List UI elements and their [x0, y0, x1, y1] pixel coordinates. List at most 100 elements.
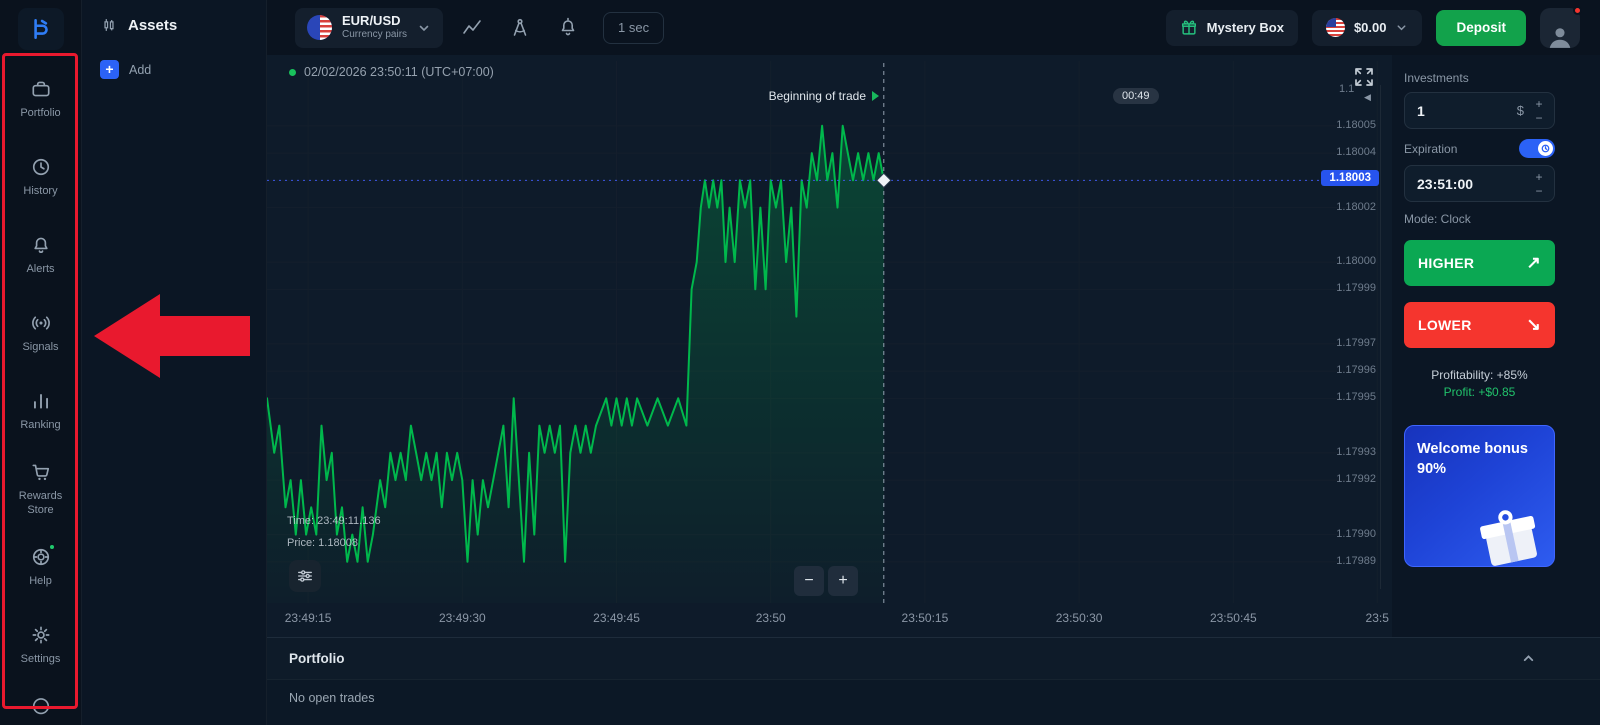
chart-area[interactable]: 02/02/2026 23:50:11 (UTC+07:00) Beginnin…	[267, 55, 1392, 637]
cart-icon	[30, 461, 52, 483]
sidebar-item-alerts[interactable]: Alerts	[0, 216, 81, 294]
arrow-down-right-icon: ↘	[1526, 315, 1541, 335]
us-flag-icon	[1326, 18, 1345, 37]
assets-header: Assets	[100, 16, 248, 34]
sidebar-item-label: History	[23, 185, 57, 199]
sidebar-item-rewards-store[interactable]: Rewards Store	[0, 450, 81, 528]
portfolio-panel-header[interactable]: Portfolio	[267, 638, 1600, 680]
assets-title: Assets	[128, 17, 177, 34]
chart-settings-button[interactable]	[289, 560, 321, 592]
trade-panel: Investments $ + − Expiration	[1392, 55, 1600, 637]
play-triangle-icon	[872, 91, 879, 101]
investment-stepper: + −	[1532, 97, 1546, 125]
higher-button[interactable]: HIGHER ↗	[1404, 240, 1555, 286]
fullscreen-icon	[1353, 66, 1375, 88]
price-chart[interactable]	[267, 55, 1392, 637]
online-status-dot	[48, 543, 56, 551]
sidebar-item-ranking[interactable]: Ranking	[0, 372, 81, 450]
crosshair-time-label: Time: 23:49:11.136	[287, 515, 381, 527]
add-asset-button[interactable]: + Add	[100, 60, 248, 79]
assets-icon	[100, 16, 118, 34]
bar-chart-icon	[30, 390, 52, 412]
sidebar-item-label: Portfolio	[20, 107, 60, 121]
lifebuoy-icon	[30, 546, 52, 568]
zoom-out-button[interactable]: −	[794, 566, 824, 596]
zoom-in-button[interactable]: +	[828, 566, 858, 596]
mystery-box-button[interactable]: Mystery Box	[1166, 10, 1298, 46]
sidebar-item-portfolio[interactable]: Portfolio	[0, 60, 81, 138]
investments-label: Investments	[1404, 71, 1555, 85]
expiration-row: Expiration	[1404, 139, 1555, 158]
sidebar-item-label: Signals	[22, 341, 58, 355]
app-root: Portfolio History Alerts Signals Ranking	[0, 0, 1600, 725]
sidebar-item-label: Alerts	[26, 263, 54, 277]
notification-dot	[1573, 6, 1582, 15]
drawing-tools-button[interactable]	[501, 9, 539, 47]
avatar[interactable]	[1540, 8, 1580, 48]
scroll-left-marker[interactable]: ◀	[1364, 92, 1371, 103]
sidebar-item-label: Help	[29, 575, 52, 589]
y-axis-label: 1.17992	[1336, 473, 1376, 485]
decrease-expiration-button[interactable]: −	[1532, 184, 1546, 198]
chart-type-button[interactable]	[453, 9, 491, 47]
live-dot-icon	[289, 69, 296, 76]
bonus-title: Welcome bonus	[1417, 440, 1542, 460]
portfolio-panel: Portfolio No open trades	[267, 637, 1600, 725]
balance-amount: $0.00	[1354, 20, 1387, 35]
indicators-button[interactable]	[549, 9, 587, 47]
sidebar-item-partial[interactable]	[0, 684, 81, 724]
sidebar-item-settings[interactable]: Settings	[0, 606, 81, 684]
expiration-label: Expiration	[1404, 142, 1457, 156]
currency-pair-selector[interactable]: EUR/USD Currency pairs	[295, 8, 443, 48]
profit-label: Profit: +$0.85	[1404, 385, 1555, 399]
sliders-icon	[296, 567, 314, 585]
x-axis-label: 23:50:30	[1056, 611, 1103, 625]
expiration-input[interactable]	[1417, 176, 1532, 192]
x-axis-label: 23:5	[1366, 611, 1389, 625]
pair-flag-icon	[307, 15, 332, 40]
chevron-up-icon[interactable]	[1521, 651, 1536, 666]
sidebar-item-signals[interactable]: Signals	[0, 294, 81, 372]
topbar: EUR/USD Currency pairs 1 sec Myste	[267, 0, 1600, 55]
drawing-tools-icon	[509, 17, 531, 39]
arrow-up-right-icon: ↗	[1526, 253, 1541, 273]
x-axis-label: 23:49:45	[593, 611, 640, 625]
sidebar-item-label: Ranking	[20, 419, 60, 433]
content-row: 02/02/2026 23:50:11 (UTC+07:00) Beginnin…	[267, 55, 1600, 637]
expiration-stepper: + −	[1532, 170, 1546, 198]
increase-expiration-button[interactable]: +	[1532, 170, 1546, 184]
countdown-badge: 00:49	[1113, 88, 1159, 104]
timeframe-selector[interactable]: 1 sec	[603, 12, 664, 44]
axis-rail	[1380, 85, 1381, 589]
chat-icon	[30, 693, 52, 715]
fullscreen-button[interactable]	[1350, 63, 1378, 91]
x-axis-label: 23:50	[756, 611, 786, 625]
increase-investment-button[interactable]: +	[1532, 97, 1546, 111]
user-icon	[1547, 24, 1573, 48]
app-logo[interactable]	[18, 8, 64, 50]
deposit-button[interactable]: Deposit	[1436, 10, 1526, 46]
logo-icon	[28, 16, 54, 42]
lower-button[interactable]: LOWER ↘	[1404, 302, 1555, 348]
sidebar-item-label: Rewards Store	[8, 490, 74, 518]
expiration-toggle[interactable]	[1519, 139, 1555, 158]
investment-input-box: $ + −	[1404, 92, 1555, 129]
portfolio-empty-state: No open trades	[267, 680, 1600, 716]
bell-icon	[30, 234, 52, 256]
welcome-bonus-banner[interactable]: Welcome bonus 90%	[1404, 425, 1555, 567]
signal-icon	[30, 312, 52, 334]
sidebar-item-help[interactable]: Help	[0, 528, 81, 606]
account-selector[interactable]: $0.00	[1312, 10, 1423, 46]
toggle-knob-clock-icon	[1538, 141, 1553, 156]
profitability-label: Profitability: +85%	[1404, 368, 1555, 382]
y-axis-label: 1.17996	[1336, 364, 1376, 376]
portfolio-title: Portfolio	[289, 651, 345, 666]
pair-name: EUR/USD	[342, 14, 407, 29]
sidebar-item-history[interactable]: History	[0, 138, 81, 216]
investment-input[interactable]	[1417, 103, 1517, 119]
decrease-investment-button[interactable]: −	[1532, 111, 1546, 125]
y-axis-label: 1.18004	[1336, 146, 1376, 158]
gift-icon	[1180, 19, 1198, 37]
x-axis-label: 23:49:15	[285, 611, 332, 625]
assets-panel: Assets + Add	[82, 0, 267, 725]
